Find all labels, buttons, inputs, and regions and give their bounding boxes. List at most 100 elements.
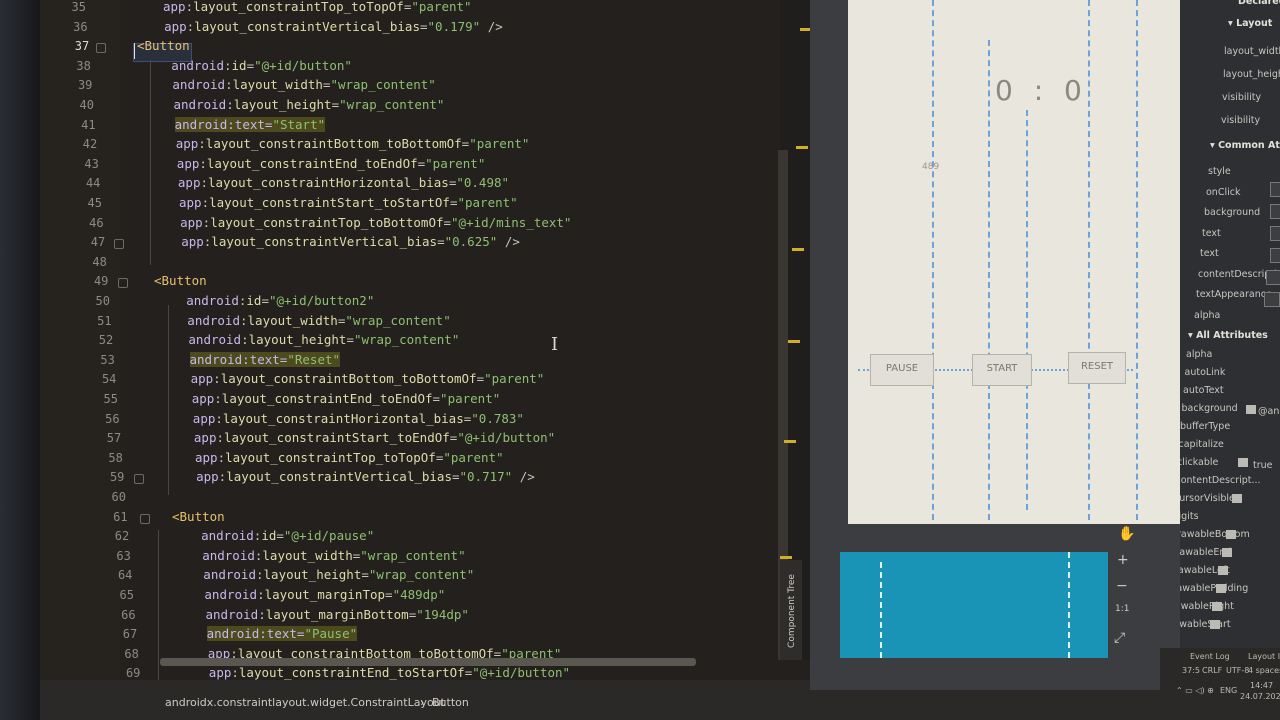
attribute-name[interactable]: drawableRight <box>1180 601 1234 612</box>
attribute-name[interactable]: visibility <box>1222 92 1261 103</box>
code-line[interactable]: android:text="Pause" <box>206 626 358 642</box>
timer-text-preview[interactable]: 0 : 0 <box>995 74 1088 107</box>
code-line[interactable]: android:text="Start" <box>174 116 326 132</box>
code-line[interactable]: app:layout_constraintStart_toEndOf="@+id… <box>194 430 555 445</box>
fold-icon[interactable] <box>134 474 144 485</box>
breadcrumb-item-constraintlayout[interactable]: androidx.constraintlayout.widget.Constra… <box>165 696 445 709</box>
resource-picker-icon[interactable] <box>1216 584 1226 593</box>
attribute-name[interactable]: alpha <box>1194 310 1220 321</box>
attribute-value-field[interactable] <box>1264 292 1280 307</box>
resource-picker-icon[interactable] <box>1238 458 1248 467</box>
resource-picker-icon[interactable] <box>1222 548 1232 557</box>
attribute-name[interactable]: bufferType <box>1180 421 1230 432</box>
breadcrumb-item-button[interactable]: Button <box>432 696 469 709</box>
component-tree-tab[interactable]: Component Tree <box>787 561 797 661</box>
warning-marker[interactable] <box>788 340 800 343</box>
attribute-name[interactable]: clickable <box>1180 457 1218 468</box>
attribute-name[interactable]: alpha <box>1186 349 1212 360</box>
attribute-name[interactable]: textAppearance <box>1196 289 1272 300</box>
attribute-name[interactable]: cursorVisible <box>1180 493 1235 504</box>
caret-position[interactable]: 37:5 <box>1182 666 1200 675</box>
attribute-name[interactable]: drawablePadding <box>1180 583 1248 594</box>
file-encoding[interactable]: UTF-8 <box>1226 666 1249 675</box>
actual-size-icon[interactable]: 1:1 <box>1115 604 1129 614</box>
section-common-attributes[interactable]: ▾ Common Attri <box>1210 140 1280 151</box>
clock-time[interactable]: 14:47 <box>1250 681 1273 690</box>
background-value[interactable]: @andr <box>1258 406 1280 417</box>
attribute-name[interactable]: layout_width <box>1224 46 1280 57</box>
attribute-name[interactable]: text <box>1202 228 1221 239</box>
code-line[interactable]: app:layout_constraintEnd_toEndOf="parent… <box>177 156 486 171</box>
attribute-name[interactable]: text <box>1200 248 1219 259</box>
zoom-out-icon[interactable]: − <box>1116 578 1128 594</box>
code-line[interactable]: android:id="@+id/button2" <box>186 293 374 308</box>
code-line[interactable]: app:layout_constraintVertical_bias="0.71… <box>196 469 535 484</box>
resource-picker-icon[interactable] <box>1218 566 1228 575</box>
code-line[interactable]: android:id="@+id/button" <box>171 58 352 73</box>
code-line[interactable]: app:layout_constraintTop_toTopOf="parent… <box>195 450 504 465</box>
code-line[interactable]: android:layout_height="wrap_content" <box>188 332 459 347</box>
warning-marker[interactable] <box>796 146 808 149</box>
reset-button-preview[interactable]: RESET <box>1068 352 1126 384</box>
warning-marker[interactable] <box>792 248 804 251</box>
code-line[interactable]: app:layout_constraintStart_toStartOf="pa… <box>179 195 518 210</box>
code-line[interactable]: android:text="Reset" <box>189 351 341 367</box>
blueprint-preview[interactable] <box>840 552 1108 658</box>
code-line[interactable]: app:layout_constraintVertical_bias="0.62… <box>181 234 520 249</box>
indent-setting[interactable]: 4 spaces <box>1248 666 1280 675</box>
attribute-value-field[interactable] <box>1270 182 1280 197</box>
layout-inspector-button[interactable]: Layout Ins <box>1248 652 1280 661</box>
attribute-name[interactable]: autoLink <box>1185 367 1226 378</box>
clickable-value[interactable]: true <box>1253 460 1273 471</box>
attribute-name[interactable]: onClick <box>1206 187 1240 198</box>
code-line[interactable]: app:layout_constraintVertical_bias="0.17… <box>164 19 503 34</box>
code-line[interactable]: app:layout_constraintHorizontal_bias="0.… <box>178 175 509 190</box>
code-line[interactable]: android:layout_height="wrap_content" <box>174 97 445 112</box>
line-separator[interactable]: CRLF <box>1202 666 1222 675</box>
attribute-name[interactable]: layout_height <box>1223 69 1280 80</box>
pause-button-preview[interactable]: PAUSE <box>870 354 934 386</box>
attribute-value-field[interactable] <box>1270 204 1280 219</box>
fold-icon[interactable] <box>114 239 124 250</box>
code-line[interactable]: <Button <box>172 509 225 524</box>
resource-picker-icon[interactable] <box>1212 602 1222 611</box>
code-line[interactable]: android:layout_marginTop="489dp" <box>204 587 445 602</box>
code-line[interactable]: android:layout_marginBottom="194dp" <box>206 607 469 622</box>
code-line[interactable]: app:layout_constraintTop_toBottomOf="@+i… <box>180 215 571 230</box>
attribute-name[interactable]: background <box>1204 207 1260 218</box>
code-line[interactable]: android:id="@+id/pause" <box>201 528 374 543</box>
attribute-value-field[interactable] <box>1270 248 1280 263</box>
attribute-value-field[interactable] <box>1270 226 1280 241</box>
attribute-name[interactable]: drawableBottom <box>1180 529 1250 540</box>
section-declared[interactable]: Declared <box>1238 0 1280 7</box>
code-line[interactable]: app:layout_constraintBottom_toBottomOf="… <box>191 371 545 386</box>
attribute-name[interactable]: visibility <box>1221 115 1260 126</box>
code-line[interactable]: <Button <box>137 38 190 53</box>
code-line[interactable]: app:layout_constraintHorizontal_bias="0.… <box>193 411 524 426</box>
resource-picker-icon[interactable] <box>1246 405 1256 414</box>
attribute-name[interactable]: digits <box>1180 511 1199 522</box>
section-layout[interactable]: ▾ Layout <box>1228 18 1272 29</box>
attribute-name[interactable]: style <box>1208 166 1231 177</box>
code-line[interactable]: android:layout_height="wrap_content" <box>203 567 474 582</box>
keyboard-language[interactable]: ENG <box>1220 686 1237 695</box>
code-line[interactable]: android:layout_width="wrap_content" <box>187 313 450 328</box>
fold-icon[interactable] <box>96 43 106 54</box>
code-line[interactable]: android:layout_width="wrap_content" <box>202 548 465 563</box>
warning-marker[interactable] <box>784 440 796 443</box>
code-line[interactable]: app:layout_constraintEnd_toStartOf="@+id… <box>209 665 570 680</box>
resource-picker-icon[interactable] <box>1226 530 1236 539</box>
start-button-preview[interactable]: START <box>972 354 1032 386</box>
code-line[interactable]: app:layout_constraintBottom_toBottomOf="… <box>176 136 530 151</box>
attribute-value-field[interactable] <box>1266 270 1280 285</box>
warning-marker[interactable] <box>780 556 792 559</box>
horizontal-scrollbar[interactable] <box>160 658 696 666</box>
event-log-button[interactable]: Event Log <box>1190 652 1230 661</box>
attribute-name[interactable]: background <box>1182 403 1238 414</box>
fold-icon[interactable] <box>140 513 150 524</box>
code-line[interactable]: app:layout_constraintEnd_toEndOf="parent… <box>192 391 501 406</box>
attribute-name[interactable]: capitalize <box>1180 439 1224 450</box>
zoom-in-icon[interactable]: + <box>1117 552 1129 568</box>
section-all-attributes[interactable]: ▾ All Attributes <box>1188 330 1268 341</box>
attribute-name[interactable]: autoText <box>1183 385 1224 396</box>
